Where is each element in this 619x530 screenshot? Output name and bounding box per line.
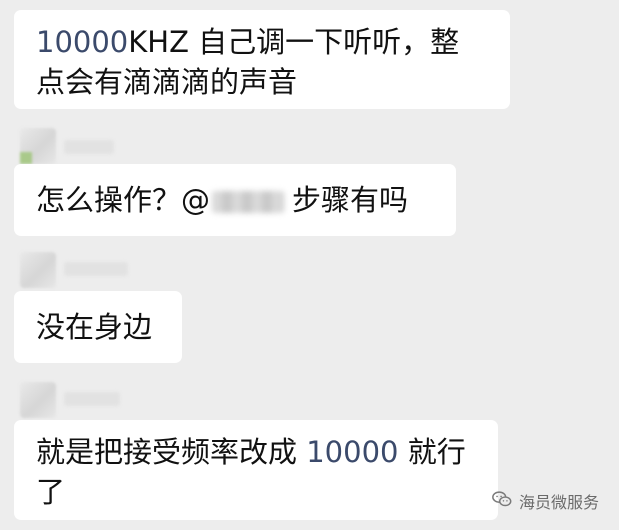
message-text: 怎么操作？@ — [36, 183, 211, 217]
message-text: KHZ 自己调一下听听，整 — [128, 25, 460, 59]
message-bubble-1[interactable]: 10000KHZ 自己调一下听听，整 点会有滴滴滴的声音 — [14, 10, 510, 109]
sender-name-blurred — [64, 392, 120, 406]
frequency-number: 10000 — [36, 25, 129, 59]
message-bubble-2[interactable]: 怎么操作？@ 步骤有吗 — [14, 164, 456, 236]
message-bubble-3[interactable]: 没在身边 — [14, 291, 182, 363]
sender-avatar[interactable] — [20, 252, 56, 288]
message-line: 点会有滴滴滴的声音 — [36, 62, 488, 102]
sender-name-blurred — [64, 262, 128, 276]
message-text: 没在身边 — [36, 310, 153, 344]
message-line: 了 — [36, 472, 476, 512]
frequency-number: 10000 — [306, 435, 399, 469]
message-line: 10000KHZ 自己调一下听听，整 — [36, 22, 488, 62]
message-text: 步骤有吗 — [292, 183, 409, 217]
message-text: 了 — [36, 475, 66, 509]
message-text: 就行 — [398, 435, 466, 469]
mention-blurred[interactable] — [212, 191, 285, 213]
sender-avatar[interactable] — [20, 382, 56, 418]
watermark-text: 海员微服务 — [518, 493, 599, 512]
sender-name-blurred — [64, 140, 114, 154]
message-line: 就是把接受频率改成 10000 就行 — [36, 432, 476, 472]
message-text: 点会有滴滴滴的声音 — [36, 65, 298, 99]
message-text: 就是把接受频率改成 — [36, 435, 307, 469]
watermark: 海员微服务 — [491, 488, 599, 514]
message-bubble-4[interactable]: 就是把接受频率改成 10000 就行 了 — [14, 420, 498, 520]
sender-avatar[interactable] — [20, 128, 56, 164]
wechat-icon — [491, 488, 513, 514]
